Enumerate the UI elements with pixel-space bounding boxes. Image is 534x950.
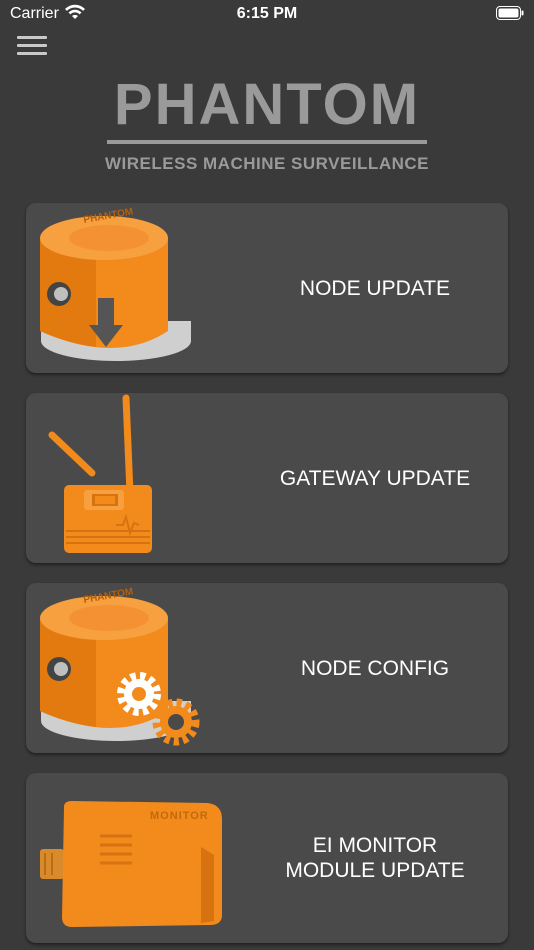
monitor-label-line2: MODULE UPDATE [285,859,465,882]
node-update-label: NODE UPDATE [299,276,451,300]
node-config-button[interactable]: PHANTOM NODE CONFIG [26,583,508,753]
monitor-module-update-button[interactable]: MONITOR EI MONITOR MODULE UPDATE [26,773,508,943]
logo-subtitle: WIRELESS MACHINE SURVEILLANCE [105,154,429,173]
node-config-label: NODE CONFIG [300,656,450,680]
monitor-module-icon: MONITOR [40,801,222,927]
logo-title: PHANTOM [113,72,421,137]
hamburger-menu-icon [17,36,47,39]
gateway-update-label: GATEWAY UPDATE [279,466,471,490]
status-time: 6:15 PM [236,5,298,22]
logo-divider [107,140,427,144]
monitor-label-line1: EI MONITOR [312,834,438,857]
node-update-button[interactable]: PHANTOM NODE UPDATE [26,203,508,373]
hamburger-menu-button[interactable] [17,36,47,56]
gear-icon [117,672,161,716]
monitor-module-update-label: EI MONITOR MODULE UPDATE [256,773,494,943]
status-bar: Carrier 6:15 PM [0,0,534,30]
battery-icon [496,6,524,20]
monitor-brand-text: MONITOR [150,810,209,822]
gateway-update-button[interactable]: GATEWAY UPDATE [26,393,508,563]
app-logo: PHANTOM WIRELESS MACHINE SURVEILLANCE [0,72,534,174]
gateway-update-icon [48,394,152,553]
node-update-icon: PHANTOM [40,206,191,361]
node-config-icon: PHANTOM [40,586,200,746]
